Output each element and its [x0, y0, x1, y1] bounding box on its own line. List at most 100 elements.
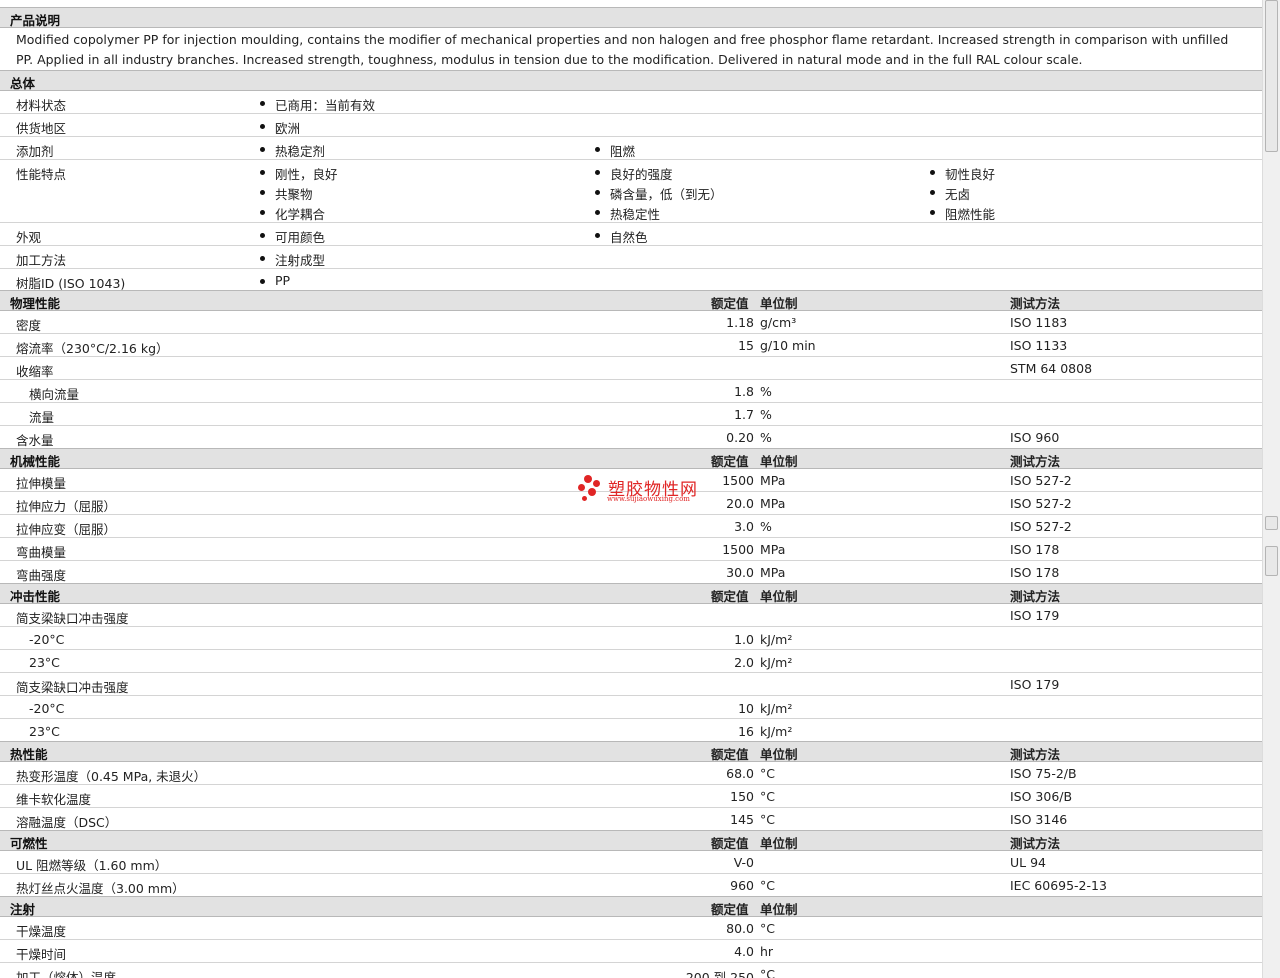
logo-dot-icon	[582, 496, 587, 501]
property-label: 弯曲模量	[16, 545, 67, 560]
property-value: V-0	[733, 855, 754, 870]
scrollbar-thumb[interactable]	[1265, 0, 1278, 152]
column-header-method: 测试方法	[1010, 296, 1061, 311]
section-physical-header: 物理性能 额定值 单位制 测试方法	[0, 290, 1262, 311]
test-method: ISO 527-2	[1010, 519, 1072, 534]
property-item: 磷含量，低（到无）	[595, 184, 723, 203]
column-header-method: 测试方法	[1010, 747, 1061, 762]
column-header-unit: 单位制	[760, 747, 798, 762]
test-method: ISO 179	[1010, 677, 1060, 692]
property-value: 1500	[722, 542, 754, 557]
table-row: 溶融温度（DSC） 145 °C ISO 3146	[0, 808, 1262, 830]
property-value: 0.20	[726, 430, 754, 445]
table-row: 熔流率（230°C/2.16 kg） 15 g/10 min ISO 1133	[0, 334, 1262, 357]
watermark-url: www.sujiaowuxing.com	[607, 495, 690, 503]
property-label: -20°C	[29, 701, 65, 716]
property-label: 简支梁缺口冲击强度	[16, 680, 129, 695]
section-flammability-header: 可燃性 额定值 单位制 测试方法	[0, 830, 1262, 851]
property-label: 含水量	[16, 433, 54, 448]
property-item: 刚性，良好	[260, 164, 338, 183]
property-value: 1.0	[734, 632, 754, 647]
property-label: 添加剂	[16, 144, 54, 159]
property-item: 阻燃性能	[930, 204, 995, 223]
property-label: 干燥时间	[16, 947, 67, 962]
property-label: 拉伸应变（屈服）	[16, 522, 117, 537]
test-method: ISO 527-2	[1010, 473, 1072, 488]
property-item: 热稳定剂	[260, 141, 325, 160]
column-header-value: 额定值	[711, 902, 749, 917]
test-method: ISO 178	[1010, 565, 1060, 580]
section-general-header: 总体	[0, 70, 1262, 91]
property-value: 150	[730, 789, 754, 804]
property-label: 简支梁缺口冲击强度	[16, 611, 129, 626]
test-method: ISO 178	[1010, 542, 1060, 557]
section-impact-header: 冲击性能 额定值 单位制 测试方法	[0, 583, 1262, 604]
property-label: 拉伸模量	[16, 476, 67, 491]
property-label: 横向流量	[29, 387, 80, 402]
property-unit: kJ/m²	[760, 632, 793, 647]
property-label: 密度	[16, 318, 42, 333]
logo-dot-icon	[588, 488, 596, 496]
column-header-unit: 单位制	[760, 589, 798, 604]
table-row: 收缩率 STM 64 0808	[0, 357, 1262, 380]
description-text: Modified copolymer PP for injection moul…	[16, 32, 1229, 67]
column-header-value: 额定值	[711, 747, 749, 762]
property-unit: %	[760, 519, 772, 534]
property-value: 4.0	[734, 944, 754, 959]
table-row: 拉伸应变（屈服） 3.0 % ISO 527-2	[0, 515, 1262, 538]
property-label: 供货地区	[16, 121, 67, 136]
property-unit: %	[760, 430, 772, 445]
property-item: 热稳定性	[595, 204, 660, 223]
test-method: ISO 179	[1010, 608, 1060, 623]
column-header-value: 额定值	[711, 296, 749, 311]
table-row: 性能特点 刚性，良好 良好的强度 韧性良好 共聚物 磷含量，低（到无） 无卤 化…	[0, 160, 1262, 223]
scrollbar-marker[interactable]	[1265, 516, 1278, 530]
section-title: 机械性能	[10, 454, 61, 469]
property-unit: %	[760, 384, 772, 399]
table-row: 弯曲模量 1500 MPa ISO 178	[0, 538, 1262, 561]
property-label: 23°C	[29, 724, 60, 739]
property-value: 145	[730, 812, 754, 827]
test-method: ISO 1133	[1010, 338, 1068, 353]
scrollbar-marker[interactable]	[1265, 546, 1278, 576]
section-title: 热性能	[10, 747, 48, 762]
property-value: 20.0	[726, 496, 754, 511]
property-value: 10	[738, 701, 754, 716]
column-header-method: 测试方法	[1010, 589, 1061, 604]
column-header-unit: 单位制	[760, 454, 798, 469]
section-title: 产品说明	[10, 13, 61, 28]
property-label: 弯曲强度	[16, 568, 67, 583]
column-header-method: 测试方法	[1010, 454, 1061, 469]
property-item: 共聚物	[260, 184, 313, 203]
column-header-value: 额定值	[711, 836, 749, 851]
table-row: 添加剂 热稳定剂 阻燃	[0, 137, 1262, 160]
property-label: 流量	[29, 410, 55, 425]
watermark-logo: 塑胶物性网 www.sujiaowuxing.com	[578, 473, 708, 507]
property-unit: MPa	[760, 542, 786, 557]
table-row: -20°C 10 kJ/m²	[0, 696, 1262, 719]
table-row: 加工方法 注射成型	[0, 246, 1262, 269]
property-item: 阻燃	[595, 141, 635, 160]
property-unit: g/10 min	[760, 338, 816, 353]
section-title: 冲击性能	[10, 589, 61, 604]
property-label: 熔流率（230°C/2.16 kg）	[16, 341, 169, 356]
section-mechanical-header: 机械性能 额定值 单位制 测试方法	[0, 448, 1262, 469]
column-header-unit: 单位制	[760, 296, 798, 311]
test-method: ISO 3146	[1010, 812, 1068, 827]
property-value: 1500	[722, 473, 754, 488]
property-label: 加工（熔体）温度	[16, 970, 117, 978]
vertical-scrollbar[interactable]	[1262, 0, 1280, 978]
property-value: 1.8	[734, 384, 754, 399]
section-thermal-header: 热性能 额定值 单位制 测试方法	[0, 741, 1262, 762]
property-unit: °C	[760, 921, 775, 936]
table-row: 简支梁缺口冲击强度 ISO 179	[0, 673, 1262, 696]
property-unit: kJ/m²	[760, 701, 793, 716]
property-value: 200 到 250	[685, 970, 754, 978]
test-method: ISO 75-2/B	[1010, 766, 1077, 781]
table-row: 横向流量 1.8 %	[0, 380, 1262, 403]
property-unit: °C	[760, 967, 775, 978]
property-label: 性能特点	[16, 167, 67, 182]
property-unit: MPa	[760, 473, 786, 488]
column-header-value: 额定值	[711, 589, 749, 604]
property-value: 1.7	[734, 407, 754, 422]
